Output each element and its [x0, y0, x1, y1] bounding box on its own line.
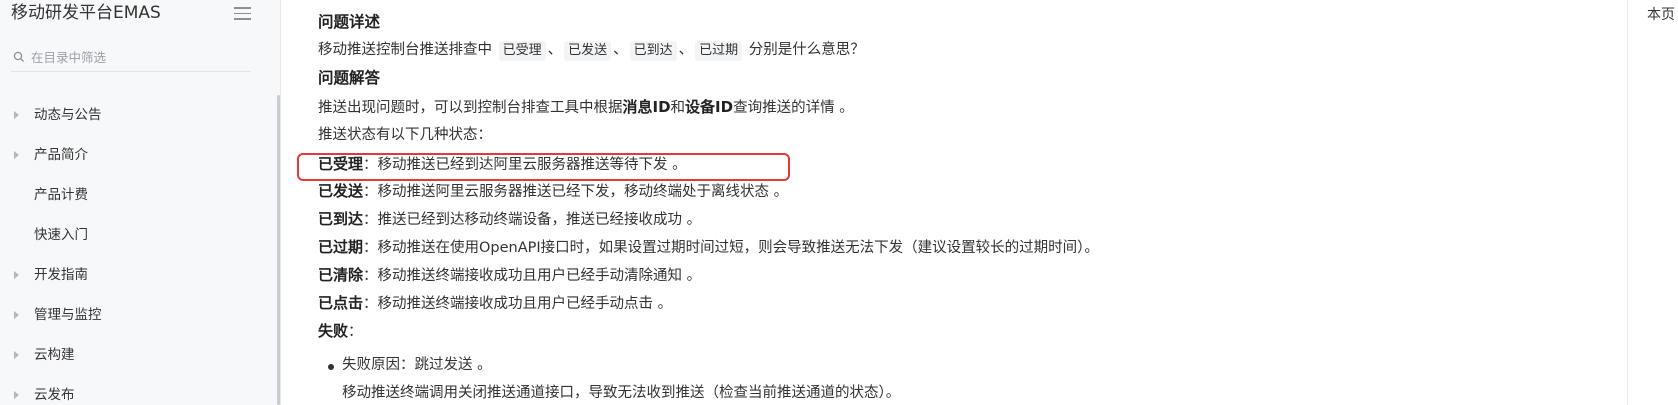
sidebar-item-news[interactable]: 动态与公告 [0, 100, 275, 140]
question-heading: 问题详述 [318, 13, 381, 31]
toc-label[interactable]: 本页 [1647, 4, 1675, 24]
caret-right-icon [14, 111, 19, 119]
separator: 、 [678, 42, 694, 58]
sidebar-item-label: 开发指南 [34, 267, 88, 283]
search-input[interactable] [31, 46, 246, 68]
answer-part: 查询推送的详情 。 [733, 100, 854, 116]
sidebar-item-pricing[interactable]: 产品计费 [0, 180, 275, 220]
sidebar-item-management[interactable]: 管理与监控 [0, 300, 275, 340]
caret-right-icon [14, 311, 19, 319]
sidebar-item-label: 云发布 [34, 387, 75, 403]
status-term: 已过期 [318, 238, 364, 256]
answer-heading: 问题解答 [318, 69, 381, 87]
device-id-term: 设备ID [685, 98, 734, 116]
status-term: 已清除 [318, 266, 364, 284]
app-title[interactable]: 移动研发平台EMAS [11, 1, 161, 25]
sidebar-item-quick-start[interactable]: 快速入门 [0, 220, 275, 260]
search-icon [13, 51, 24, 62]
message-id-term: 消息ID [622, 98, 671, 116]
status-row-cleared: 已清除：移动推送终端接收成功且用户已经手动清除通知 。 [318, 262, 701, 289]
sidebar-item-label: 产品简介 [34, 147, 88, 163]
sidebar-item-label: 产品计费 [34, 187, 88, 203]
sidebar-item-label: 管理与监控 [34, 307, 102, 323]
status-desc: ：移动推送终端接收成功且用户已经手动点击 。 [363, 296, 673, 312]
sidebar-item-cloud-release[interactable]: 云发布 [0, 380, 275, 405]
status-row-expired: 已过期：移动推送在使用OpenAPI接口时，如果设置过期时间过短，则会导致推送无… [318, 234, 1099, 261]
status-row-sent: 已发送：移动推送阿里云服务器推送已经下发，移动终端处于离线状态 。 [318, 178, 788, 205]
status-code: 已到达 [629, 41, 677, 61]
separator: 、 [547, 42, 563, 58]
status-desc: ：移动推送在使用OpenAPI接口时，如果设置过期时间过短，则会导致推送无法下发… [363, 240, 1099, 256]
sidebar: 移动研发平台EMAS 动态与公告 产品简介 产品计费 快速入门 开发指南 管理与… [0, 0, 281, 405]
sidebar-item-cloud-build[interactable]: 云构建 [0, 340, 275, 380]
caret-right-icon [14, 351, 19, 359]
status-code: 已过期 [695, 41, 743, 61]
answer-text: 推送出现问题时，可以到控制台排查工具中根据消息ID和设备ID查询推送的详情 。 [318, 94, 854, 121]
question-prefix: 移动推送控制台推送排查中 [318, 42, 492, 58]
fail-reason-item: 失败原因：跳过发送 。 [318, 352, 492, 378]
sidebar-item-label: 快速入门 [34, 227, 88, 243]
hamburger-menu-icon[interactable] [233, 4, 253, 21]
status-term: 已到达 [318, 210, 364, 228]
status-term: 已点击 [318, 294, 364, 312]
fail-reason: 失败原因：跳过发送 。 [342, 357, 492, 373]
status-desc: ：移动推送阿里云服务器推送已经下发，移动终端处于离线状态 。 [363, 184, 789, 200]
status-code: 已发送 [564, 41, 612, 61]
bullet-icon [328, 364, 334, 370]
status-intro: 推送状态有以下几种状态： [318, 127, 492, 143]
question-text: 移动推送控制台推送排查中 已受理、已发送、已到达、已过期 分别是什么意思？ [318, 37, 865, 63]
highlight-annotation-box [297, 153, 790, 181]
caret-right-icon [14, 391, 19, 399]
fail-detail: 移动推送终端调用关闭推送通道接口，导致无法收到推送（检查当前推送通道的状态）。 [342, 385, 901, 401]
caret-right-icon [14, 271, 19, 279]
answer-part: 中根据 [579, 100, 623, 116]
caret-right-icon [14, 151, 19, 159]
status-desc: ：推送已经到达移动终端设备，推送已经接收成功 。 [363, 212, 702, 228]
answer-part: 推送出现问题时，可以到控制台 [318, 100, 521, 116]
status-term: 失败 [318, 322, 349, 340]
status-row-clicked: 已点击：移动推送终端接收成功且用户已经手动点击 。 [318, 290, 672, 317]
sidebar-item-product-intro[interactable]: 产品简介 [0, 140, 275, 180]
tool-name: 排查工具 [521, 100, 579, 116]
status-row-arrived: 已到达：推送已经到达移动终端设备，推送已经接收成功 。 [318, 206, 701, 233]
status-code: 已受理 [498, 41, 546, 61]
sidebar-item-dev-guide[interactable]: 开发指南 [0, 260, 275, 300]
sidebar-item-label: 动态与公告 [34, 107, 102, 123]
sidebar-nav: 动态与公告 产品简介 产品计费 快速入门 开发指南 管理与监控 云构建 云发布 [0, 100, 275, 405]
status-desc: ：移动推送终端接收成功且用户已经手动清除通知 。 [363, 268, 702, 284]
status-term: 已发送 [318, 182, 364, 200]
sidebar-item-label: 云构建 [34, 347, 75, 363]
separator: 、 [613, 42, 628, 58]
catalog-search [11, 44, 251, 72]
fail-colon: ： [348, 324, 363, 340]
fail-heading: 失败： [318, 318, 363, 345]
sidebar-scrollbar[interactable] [277, 95, 280, 405]
answer-part: 和 [670, 100, 686, 116]
toc-panel: 本页 [1627, 0, 1678, 405]
question-suffix: 分别是什么意思？ [748, 42, 865, 58]
article-content: 问题详述 移动推送控制台推送排查中 已受理、已发送、已到达、已过期 分别是什么意… [318, 0, 1618, 405]
